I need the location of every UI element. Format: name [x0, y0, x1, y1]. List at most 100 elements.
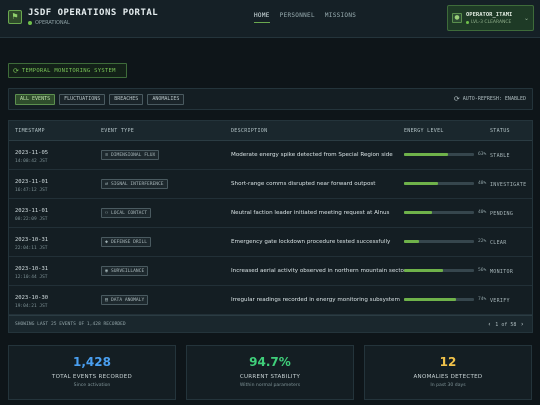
filter-all-events[interactable]: ALL EVENTS [15, 94, 56, 105]
event-type-label: LOCAL CONTACT [111, 210, 147, 216]
energy-bar-fill [404, 269, 444, 272]
main-nav: HOME PERSONNEL MISSIONS [254, 12, 356, 23]
event-date: 2023-10-30 [15, 295, 49, 301]
energy-bar [404, 211, 474, 214]
energy-bar-fill [404, 298, 456, 301]
status-dot-icon [28, 21, 32, 25]
stat-anomalies-detected: 12 ANOMALIES DETECTED In past 30 days [364, 345, 532, 400]
event-time: 14:08:42 JST [15, 159, 48, 164]
energy-percent: 74% [478, 297, 487, 302]
energy-level-cell: 48% [404, 181, 486, 186]
sync-icon: ⟳ [453, 95, 460, 103]
event-type-cell: ≡ DIMENSIONAL FLUX [101, 150, 160, 160]
stat-sub: Within normal parameters [239, 383, 301, 388]
user-clearance: LVL-3 CLEARANCE [466, 20, 524, 25]
event-time: 19:04:21 JST [15, 304, 48, 309]
table-row[interactable]: 2023-10-31 22:04:11 JST ◆ DEFENSE DRILL Emer… [9, 228, 532, 257]
nav-home[interactable]: HOME [254, 12, 270, 23]
energy-bar-fill [404, 182, 438, 185]
timestamp-cell: 2023-11-05 14:08:42 JST [15, 150, 48, 164]
energy-level-cell: 22% [404, 239, 486, 244]
chevron-left-icon[interactable]: ‹ [488, 321, 492, 328]
event-type-tag[interactable]: ⇄ SIGNAL INTERFERENCE [101, 179, 168, 189]
pagination: ‹ 1 of 58 › [488, 321, 524, 328]
event-type-tag[interactable]: ≡ DIMENSIONAL FLUX [101, 150, 160, 160]
col-timestamp[interactable]: TIMESTAMP [15, 128, 45, 134]
nav-missions[interactable]: MISSIONS [325, 12, 356, 23]
event-date: 2023-10-31 [15, 266, 49, 272]
event-description: Irregular readings recorded in energy mo… [231, 297, 400, 303]
table-row[interactable]: 2023-11-01 08:22:09 JST ⚇ LOCAL CONTACT Neut… [9, 199, 532, 228]
col-event-type[interactable]: EVENT TYPE [101, 128, 134, 134]
system-status-label: OPERATIONAL [35, 20, 70, 26]
energy-bar [404, 182, 474, 185]
stat-label: TOTAL EVENTS RECORDED [51, 374, 133, 380]
event-type-label: DIMENSIONAL FLUX [111, 152, 156, 158]
app-title: JSDF OPERATIONS PORTAL [28, 8, 159, 18]
event-type-cell: ◆ DEFENSE DRILL [101, 237, 151, 247]
user-menu[interactable]: ● OPERATOR_ITAMI LVL-3 CLEARANCE ⌄ [447, 5, 534, 31]
filter-fluctuations[interactable]: FLUCTUATIONS [59, 94, 106, 105]
event-description: Emergency gate lockdown procedure tested… [231, 239, 391, 245]
event-type-label: DATA ANOMALY [111, 297, 145, 303]
stat-value: 12 [439, 355, 457, 369]
event-status: MONITOR [490, 269, 514, 275]
chevron-right-icon[interactable]: › [520, 321, 524, 328]
table-row[interactable]: 2023-10-31 12:10:44 JST ◉ SURVEILLANCE Incre… [9, 257, 532, 286]
auto-refresh-label: AUTO-REFRESH: ENABLED [462, 96, 526, 102]
energy-bar [404, 269, 474, 272]
col-energy-level[interactable]: ENERGY LEVEL [404, 128, 444, 134]
clearance-dot-icon [466, 20, 469, 24]
timestamp-cell: 2023-10-31 12:10:44 JST [15, 266, 48, 280]
filter-breaches[interactable]: BREACHES [109, 94, 144, 105]
event-description: Moderate energy spike detected from Spec… [231, 152, 393, 158]
stat-value: 94.7% [249, 355, 291, 369]
system-status: OPERATIONAL [28, 20, 158, 26]
event-status: STABLE [490, 153, 510, 159]
nav-personnel[interactable]: PERSONNEL [280, 12, 315, 23]
timestamp-cell: 2023-11-01 16:47:12 JST [15, 179, 48, 193]
event-type-label: SIGNAL INTERFERENCE [111, 181, 164, 187]
event-type-tag[interactable]: ◆ DEFENSE DRILL [101, 237, 151, 247]
event-type-tag[interactable]: ▤ DATA ANOMALY [101, 295, 149, 305]
table-summary: SHOWING LAST 25 EVENTS OF 1,428 RECORDED [15, 322, 126, 327]
energy-bar [404, 153, 474, 156]
event-type-tag[interactable]: ⚇ LOCAL CONTACT [101, 208, 151, 218]
energy-level-cell: 74% [404, 297, 486, 302]
energy-percent: 40% [478, 210, 487, 215]
energy-percent: 48% [478, 181, 487, 186]
event-time: 16:47:12 JST [15, 188, 48, 193]
energy-bar-fill [404, 211, 432, 214]
clearance-label: LVL-3 CLEARANCE [471, 19, 512, 25]
event-description: Increased aerial activity observed in no… [231, 268, 407, 274]
filter-anomalies[interactable]: ANOMALIES [147, 94, 185, 105]
auto-refresh-toggle[interactable]: ⟳ AUTO-REFRESH: ENABLED [454, 95, 526, 103]
table-footer: SHOWING LAST 25 EVENTS OF 1,428 RECORDED… [9, 315, 532, 332]
chevron-down-icon[interactable]: ⌄ [524, 15, 529, 22]
system-badge-label: TEMPORAL MONITORING SYSTEM [21, 67, 116, 74]
event-description: Short-range comms disrupted near forward… [231, 181, 376, 187]
event-date: 2023-11-05 [15, 150, 49, 156]
table-row[interactable]: 2023-10-30 19:04:21 JST ▤ DATA ANOMALY Irreg… [9, 286, 532, 315]
table-row[interactable]: 2023-11-05 14:08:42 JST ≡ DIMENSIONAL FLUX M… [9, 141, 532, 170]
signal-icon: ⇄ [105, 181, 109, 187]
table-row[interactable]: 2023-11-01 16:47:12 JST ⇄ SIGNAL INTERFEREN… [9, 170, 532, 199]
energy-percent: 22% [478, 239, 487, 244]
timestamp-cell: 2023-10-30 19:04:21 JST [15, 295, 48, 309]
eye-icon: ◉ [105, 268, 109, 274]
system-badge: ⟳ TEMPORAL MONITORING SYSTEM [8, 63, 127, 78]
col-status[interactable]: STATUS [490, 128, 510, 134]
col-description[interactable]: DESCRIPTION [231, 128, 267, 134]
event-type-label: DEFENSE DRILL [111, 239, 147, 245]
energy-level-cell: 40% [404, 210, 486, 215]
event-type-tag[interactable]: ◉ SURVEILLANCE [101, 266, 149, 276]
energy-level-cell: 56% [404, 268, 486, 273]
event-status: PENDING [490, 211, 514, 217]
energy-bar-fill [404, 153, 449, 156]
energy-bar [404, 298, 474, 301]
brand[interactable]: ⚑ JSDF OPERATIONS PORTAL OPERATIONAL [8, 8, 158, 26]
stat-label: ANOMALIES DETECTED [413, 374, 483, 380]
event-type-cell: ⇄ SIGNAL INTERFERENCE [101, 179, 168, 189]
shield-icon: ⚑ [8, 10, 22, 24]
filter-bar: ALL EVENTS FLUCTUATIONS BREACHES ANOMALI… [8, 88, 533, 110]
